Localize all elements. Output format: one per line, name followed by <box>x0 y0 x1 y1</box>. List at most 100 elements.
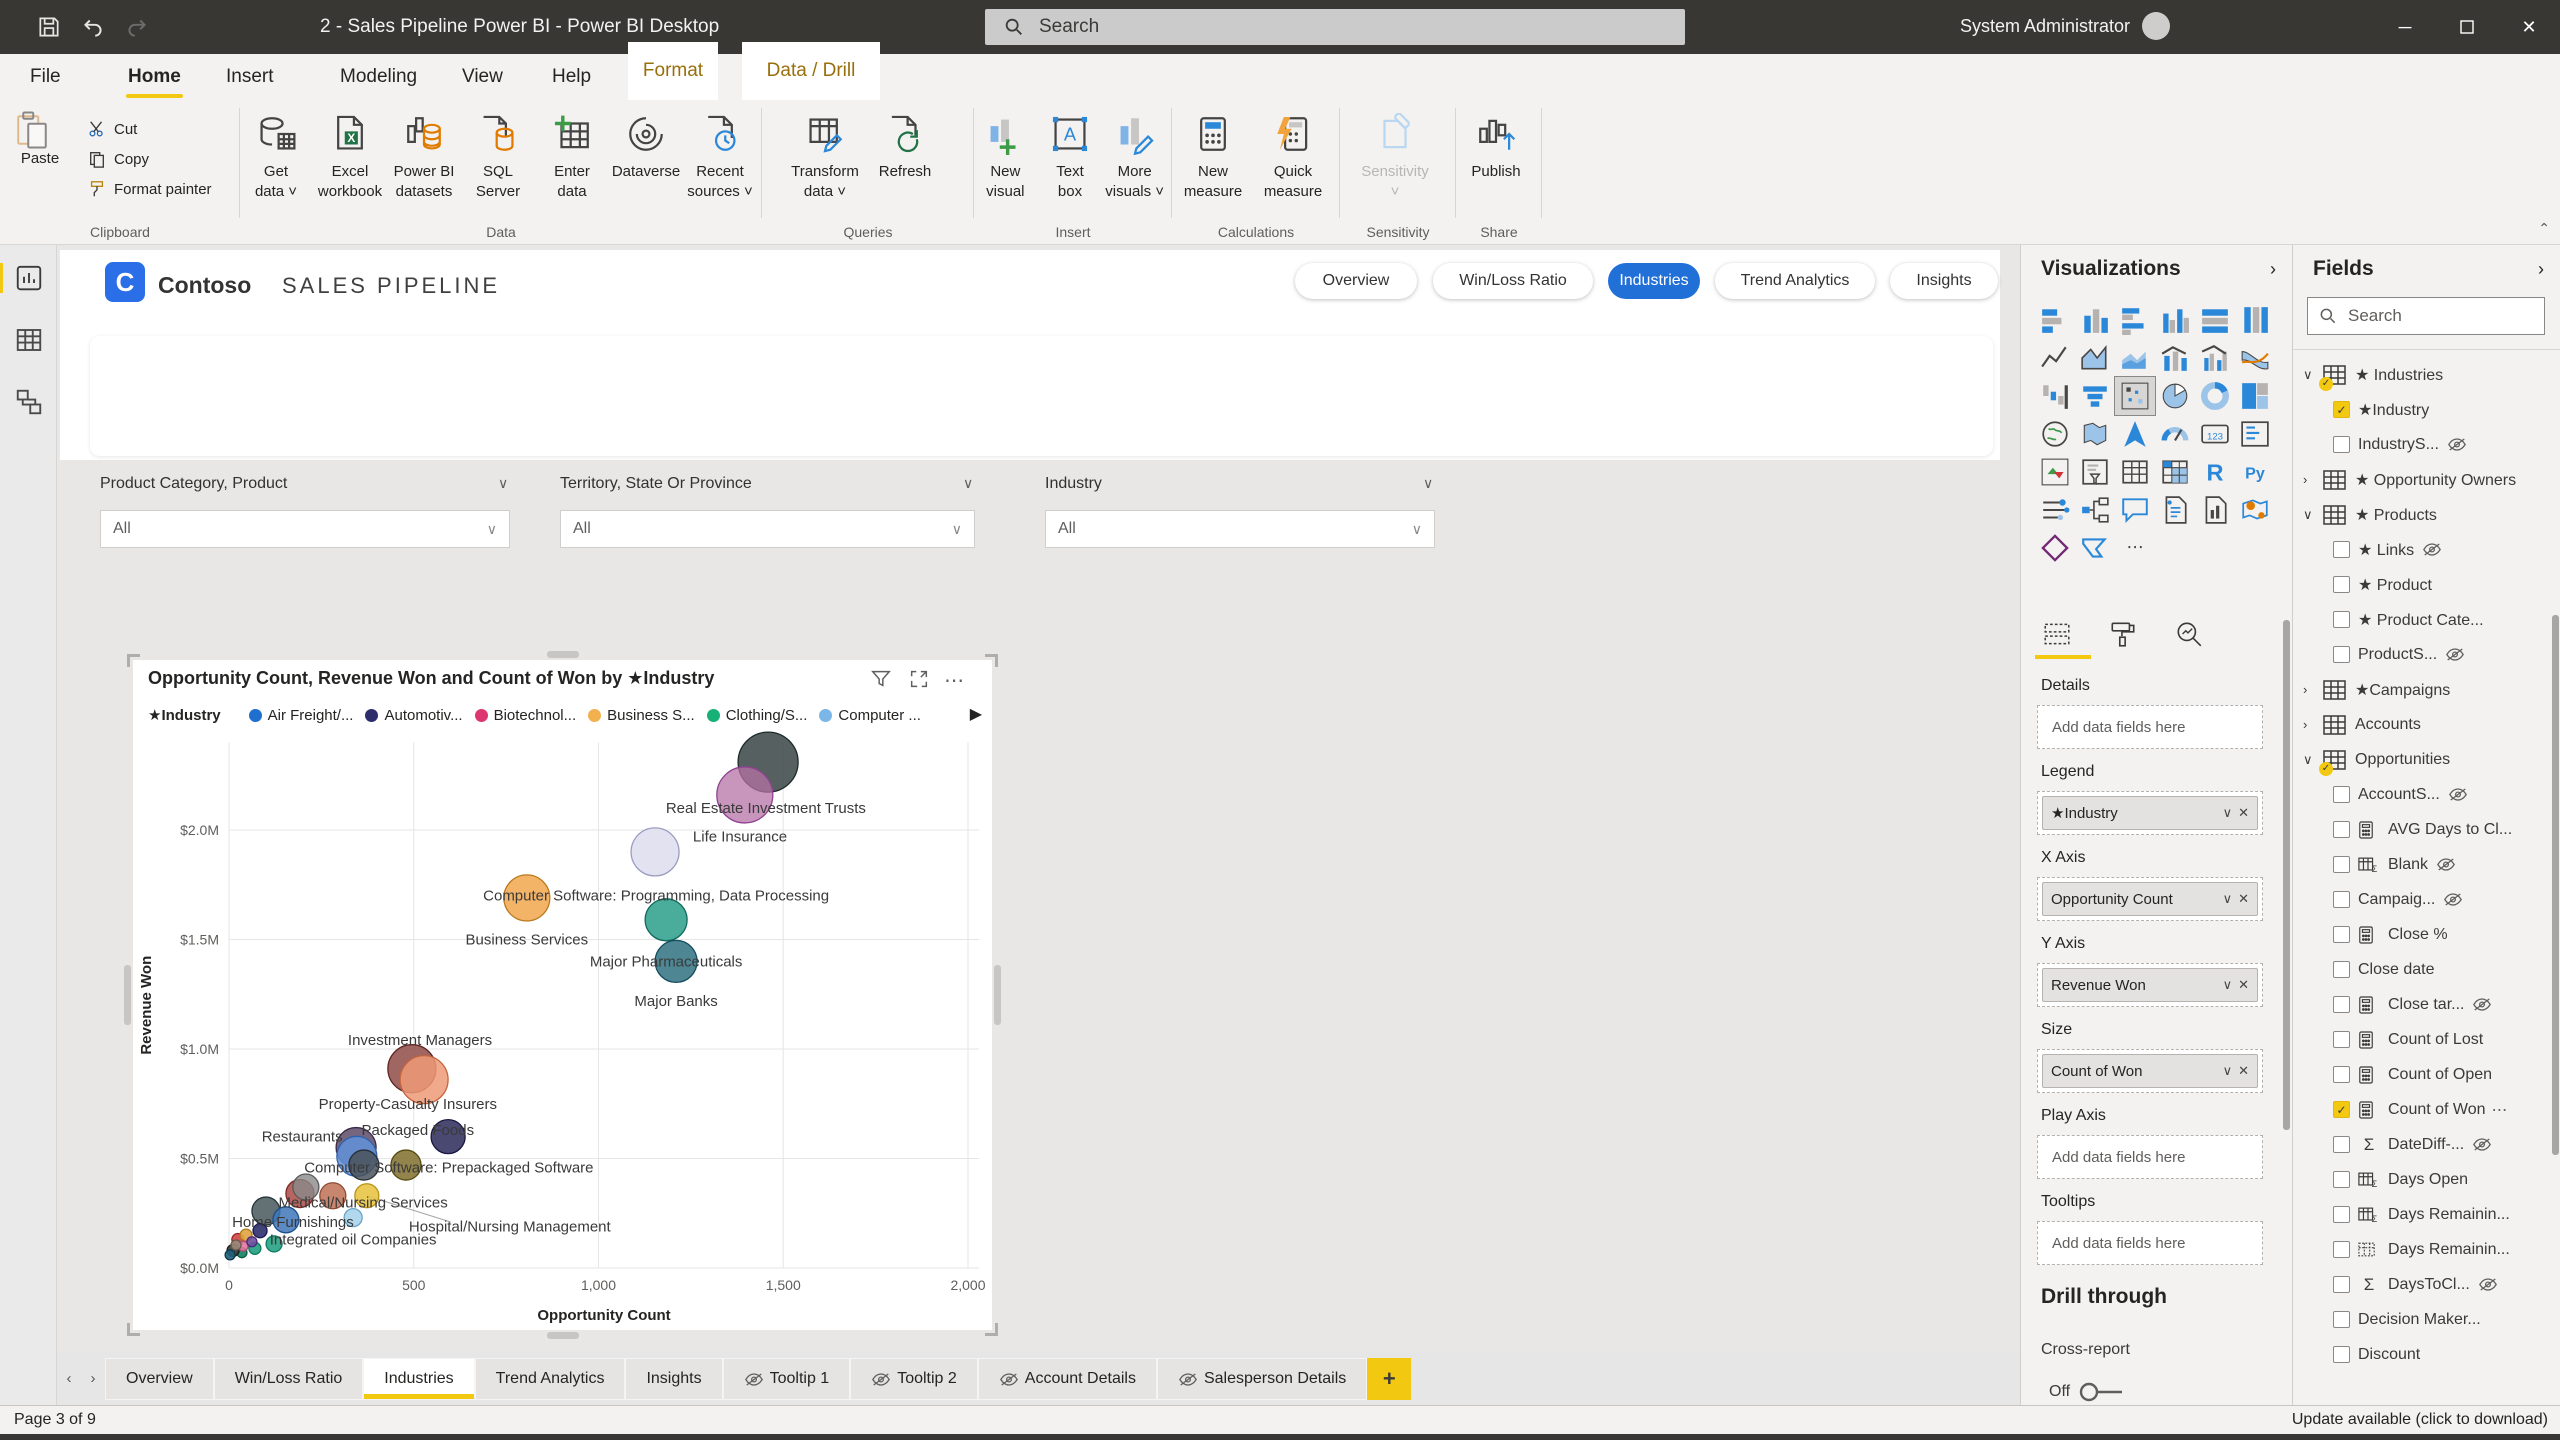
refresh-button[interactable]: Refresh <box>866 106 944 202</box>
tabs-prev-icon[interactable]: ‹ <box>57 1370 81 1387</box>
cross-report-toggle[interactable]: Off <box>2049 1381 2124 1403</box>
r-script-visual-icon[interactable]: R <box>2195 453 2235 491</box>
field-node--industry[interactable]: ✓★Industry <box>2293 392 2552 427</box>
menu-format[interactable]: Format <box>628 42 718 100</box>
field-checkbox[interactable] <box>2333 961 2350 978</box>
page-tab-insights[interactable]: Insights <box>625 1358 722 1400</box>
key-influencers-visual-icon[interactable] <box>2035 491 2075 529</box>
azure-map-visual-icon[interactable] <box>2115 415 2155 453</box>
resize-handle-sw[interactable] <box>127 1323 140 1336</box>
filter-dropdown-2[interactable]: All∨ <box>1045 510 1435 548</box>
field-node-close-[interactable]: Close % <box>2293 917 2552 952</box>
field-checkbox[interactable] <box>2333 541 2350 558</box>
expand-icon[interactable]: › <box>2303 472 2319 487</box>
field-checkbox[interactable] <box>2333 576 2350 593</box>
field-node-industrys-[interactable]: IndustryS... <box>2293 427 2552 462</box>
field-checkbox[interactable] <box>2333 1031 2350 1048</box>
quick-measure-button[interactable]: Quickmeasure <box>1254 106 1332 202</box>
nav-overview[interactable]: Overview <box>1295 263 1417 299</box>
model-view-icon[interactable] <box>14 387 44 417</box>
field-remove-icon[interactable]: ✕ <box>2238 891 2249 907</box>
ribbon-visual-icon[interactable] <box>2235 339 2275 377</box>
report-view-icon[interactable] <box>14 263 44 293</box>
filled-map-visual-icon[interactable] <box>2075 415 2115 453</box>
expand-icon[interactable]: ∨ <box>2303 507 2319 523</box>
field-dropdown-icon[interactable]: ∨ <box>2223 891 2233 907</box>
field-node-days-remainin-[interactable]: Days Remainin... <box>2293 1232 2552 1267</box>
qa-visual-icon[interactable] <box>2115 491 2155 529</box>
power-apps-visual-icon[interactable] <box>2035 529 2075 567</box>
new-visual-button[interactable]: Newvisual <box>974 106 1037 202</box>
power-automate-visual-icon[interactable] <box>2075 529 2115 567</box>
well-legend[interactable]: ★Industry∨✕ <box>2037 791 2263 835</box>
tab-format[interactable] <box>2101 617 2145 651</box>
drag-handle-top[interactable] <box>547 651 579 658</box>
menu-home[interactable]: Home <box>118 54 191 100</box>
nav-win-loss-ratio[interactable]: Win/Loss Ratio <box>1433 263 1593 299</box>
area-visual-icon[interactable] <box>2075 339 2115 377</box>
field-node-avg-days-to-cl-[interactable]: AVG Days to Cl... <box>2293 812 2552 847</box>
card-visual-icon[interactable]: 123 <box>2195 415 2235 453</box>
save-icon[interactable] <box>36 14 62 40</box>
format-painter-button[interactable]: Format painter <box>88 174 212 204</box>
new-page-button[interactable]: + <box>1367 1358 1411 1400</box>
decomposition-tree-visual-icon[interactable] <box>2075 491 2115 529</box>
menu-help[interactable]: Help <box>542 54 601 100</box>
field-checkbox[interactable]: ✓ <box>2333 401 2350 418</box>
field-dropdown-icon[interactable]: ∨ <box>2223 805 2233 821</box>
menu-data---drill[interactable]: Data / Drill <box>742 42 880 100</box>
page-tab-industries[interactable]: Industries <box>363 1358 474 1400</box>
fields-search-input[interactable]: Search <box>2307 297 2545 335</box>
filter-dropdown-1[interactable]: All∨ <box>560 510 975 548</box>
treemap-visual-icon[interactable] <box>2235 377 2275 415</box>
focus-mode-icon[interactable] <box>908 668 934 690</box>
field-checkbox[interactable]: ✓ <box>2333 1101 2350 1118</box>
menu-file[interactable]: File <box>20 54 71 100</box>
field-node-close-tar-[interactable]: Close tar... <box>2293 987 2552 1022</box>
more-visual-icon[interactable]: ⋯ <box>2115 529 2155 567</box>
clustered-column-visual-icon[interactable] <box>2155 301 2195 339</box>
field-checkbox[interactable] <box>2333 1346 2350 1363</box>
resize-handle-se[interactable] <box>985 1323 998 1336</box>
field-checkbox[interactable] <box>2333 611 2350 628</box>
scatter-visual[interactable]: Opportunity Count, Revenue Won and Count… <box>133 660 992 1330</box>
stacked-bar-visual-icon[interactable] <box>2035 301 2075 339</box>
maximize-button[interactable] <box>2436 0 2498 54</box>
field-checkbox[interactable] <box>2333 996 2350 1013</box>
pct-stacked-bar-visual-icon[interactable] <box>2195 301 2235 339</box>
table-node-opportunities[interactable]: ∨✓Opportunities <box>2293 742 2552 777</box>
excel-workbook-button[interactable]: XExcelworkbook <box>314 106 386 202</box>
redo-icon[interactable] <box>124 14 150 40</box>
field-node-decision-maker-[interactable]: Decision Maker... <box>2293 1302 2552 1337</box>
data-view-icon[interactable] <box>14 325 44 355</box>
table-node--opportunity-owners[interactable]: ›★ Opportunity Owners <box>2293 462 2552 497</box>
copy-button[interactable]: Copy <box>88 144 212 174</box>
field-node-daystocl-[interactable]: ΣDaysToCl... <box>2293 1267 2552 1302</box>
minimize-button[interactable]: ─ <box>2374 0 2436 54</box>
field-node-campaig-[interactable]: Campaig... <box>2293 882 2552 917</box>
matrix-visual-icon[interactable] <box>2155 453 2195 491</box>
field-checkbox[interactable] <box>2333 821 2350 838</box>
donut-visual-icon[interactable] <box>2195 377 2235 415</box>
field-node--links[interactable]: ★ Links <box>2293 532 2552 567</box>
filter-collapse-icon[interactable]: ∨ <box>498 475 508 492</box>
field-node-count-of-lost[interactable]: Count of Lost <box>2293 1022 2552 1057</box>
field-node--product[interactable]: ★ Product <box>2293 567 2552 602</box>
tab-fields[interactable] <box>2035 617 2079 651</box>
field-checkbox[interactable] <box>2333 1276 2350 1293</box>
field-node-count-of-open[interactable]: Count of Open <box>2293 1057 2552 1092</box>
stacked-column-visual-icon[interactable] <box>2075 301 2115 339</box>
line-visual-icon[interactable] <box>2035 339 2075 377</box>
table-visual-icon[interactable] <box>2115 453 2155 491</box>
field-node-count-of-won[interactable]: ✓Count of Won⋯ <box>2293 1092 2552 1127</box>
cut-button[interactable]: Cut <box>88 114 212 144</box>
table-node--products[interactable]: ∨★ Products <box>2293 497 2552 532</box>
fields-pane-scrollbar[interactable] <box>2552 615 2559 1155</box>
page-tab-win-loss-ratio[interactable]: Win/Loss Ratio <box>214 1358 364 1400</box>
field-dropdown-icon[interactable]: ∨ <box>2223 1063 2233 1079</box>
power-bi-datasets-button[interactable]: Power BIdatasets <box>388 106 460 202</box>
gauge-visual-icon[interactable] <box>2155 415 2195 453</box>
nav-insights[interactable]: Insights <box>1890 263 1998 299</box>
multi-row-card-visual-icon[interactable] <box>2235 415 2275 453</box>
field-node-products-[interactable]: ProductS... <box>2293 637 2552 672</box>
